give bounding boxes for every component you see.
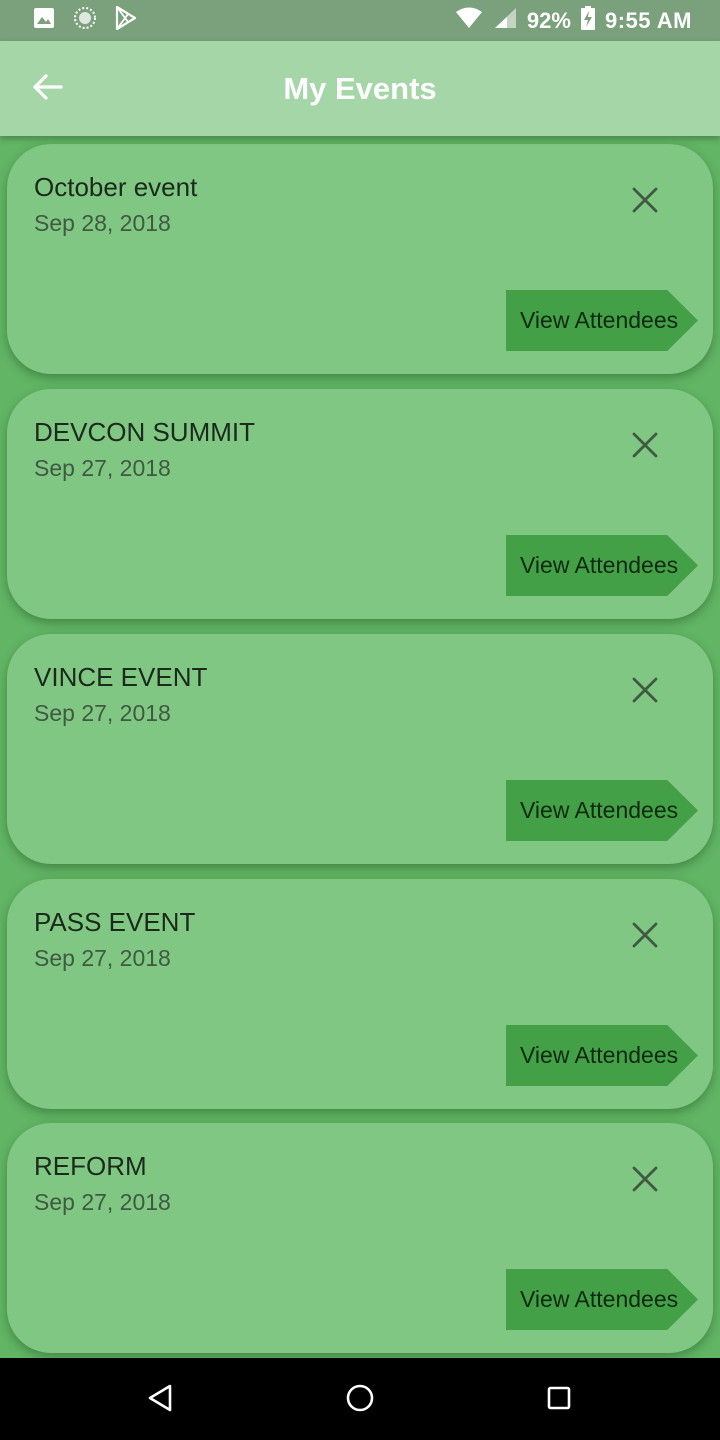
- event-title: PASS EVENT: [34, 907, 196, 937]
- event-date: Sep 27, 2018: [34, 945, 171, 971]
- delete-event-button[interactable]: [627, 674, 663, 710]
- event-card[interactable]: VINCE EVENT Sep 27, 2018 View Attendees: [7, 634, 713, 864]
- close-icon: [632, 187, 658, 218]
- event-list[interactable]: October event Sep 28, 2018 View Attendee…: [0, 136, 720, 1358]
- play-store-icon: [115, 5, 137, 35]
- event-title: October event: [34, 172, 198, 202]
- close-icon: [632, 432, 658, 463]
- nav-recents-button[interactable]: [543, 1384, 575, 1416]
- status-system: 92% 9:55 AM: [455, 0, 692, 41]
- delete-event-button[interactable]: [627, 429, 663, 465]
- status-notifications: [33, 5, 137, 35]
- delete-event-button[interactable]: [627, 184, 663, 220]
- event-date: Sep 27, 2018: [34, 700, 171, 726]
- back-button[interactable]: [30, 71, 66, 107]
- view-attendees-button[interactable]: View Attendees: [506, 780, 698, 841]
- home-circle-icon: [345, 1383, 375, 1418]
- event-card[interactable]: October event Sep 28, 2018 View Attendee…: [7, 144, 713, 374]
- back-triangle-icon: [147, 1384, 173, 1417]
- view-attendees-button[interactable]: View Attendees: [506, 535, 698, 596]
- nav-back-button[interactable]: [144, 1384, 176, 1416]
- page-title: My Events: [283, 71, 437, 106]
- recents-square-icon: [546, 1385, 572, 1416]
- battery-charging-icon: [580, 6, 595, 35]
- close-icon: [632, 922, 658, 953]
- event-date: Sep 28, 2018: [34, 210, 171, 236]
- status-bar: 92% 9:55 AM: [0, 0, 720, 41]
- system-nav-bar: [0, 1358, 720, 1440]
- event-card[interactable]: PASS EVENT Sep 27, 2018 View Attendees: [7, 879, 713, 1109]
- view-attendees-button[interactable]: View Attendees: [506, 1269, 698, 1330]
- battery-percentage: 92%: [526, 7, 571, 33]
- view-attendees-button[interactable]: View Attendees: [506, 290, 698, 351]
- event-card[interactable]: DEVCON SUMMIT Sep 27, 2018 View Attendee…: [7, 389, 713, 619]
- nav-home-button[interactable]: [344, 1384, 376, 1416]
- close-icon: [632, 1166, 658, 1197]
- event-title: VINCE EVENT: [34, 662, 208, 692]
- app-bar: My Events: [0, 41, 720, 136]
- event-title: REFORM: [34, 1151, 147, 1181]
- sync-icon: [73, 6, 97, 35]
- image-icon: [33, 7, 55, 34]
- signal-icon: [493, 7, 517, 34]
- wifi-icon: [455, 7, 483, 34]
- clock: 9:55 AM: [604, 7, 692, 33]
- event-card[interactable]: REFORM Sep 27, 2018 View Attendees: [7, 1123, 713, 1353]
- event-date: Sep 27, 2018: [34, 455, 171, 481]
- close-icon: [632, 677, 658, 708]
- event-date: Sep 27, 2018: [34, 1189, 171, 1215]
- delete-event-button[interactable]: [627, 919, 663, 955]
- view-attendees-button[interactable]: View Attendees: [506, 1025, 698, 1086]
- arrow-back-icon: [33, 73, 63, 105]
- delete-event-button[interactable]: [627, 1163, 663, 1199]
- event-title: DEVCON SUMMIT: [34, 417, 255, 447]
